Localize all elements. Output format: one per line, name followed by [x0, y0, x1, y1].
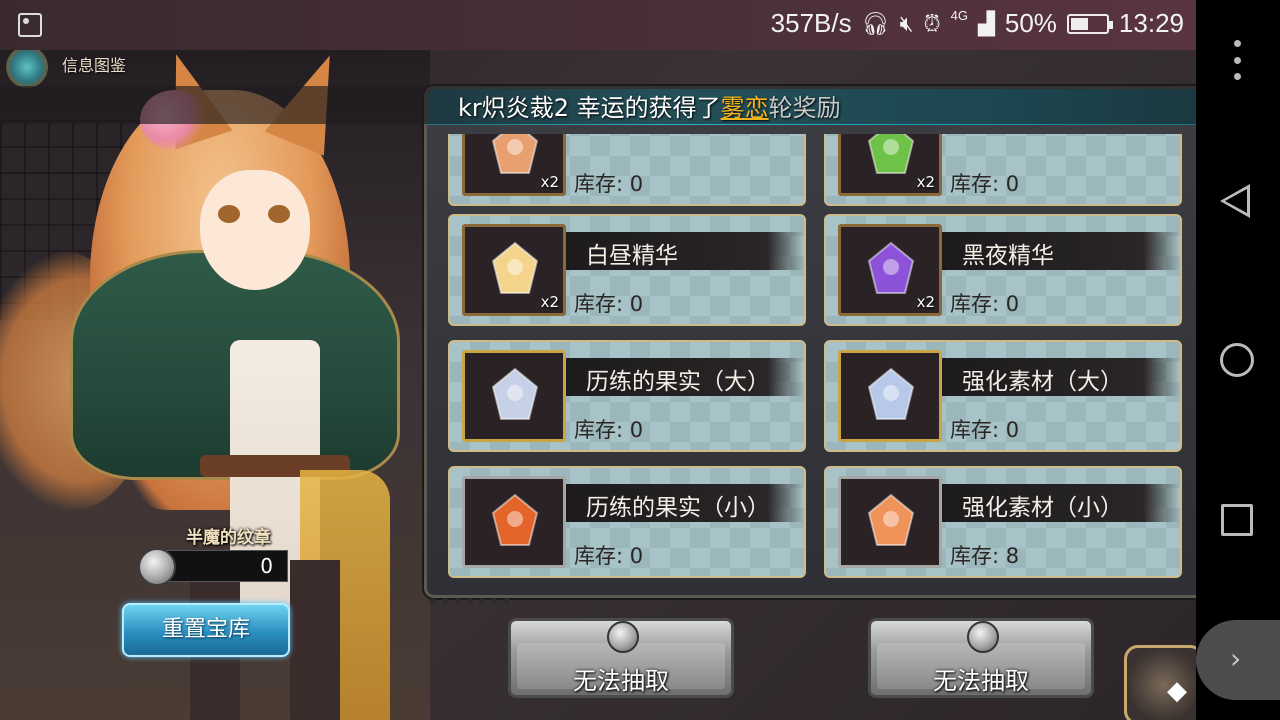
- item-card[interactable]: x2 库存: 0: [448, 134, 806, 206]
- alarm-icon: ⏰︎: [923, 10, 941, 36]
- item-stock: 库存: 8: [950, 544, 1020, 568]
- silver-fruit-icon: [491, 367, 539, 420]
- item-name: 历练的果实（小）: [586, 495, 770, 521]
- chain-decoration: [430, 598, 510, 616]
- home-icon[interactable]: [1220, 343, 1254, 377]
- night-essence-icon: [867, 241, 915, 294]
- announcement-text: kr炽炎裁2 幸运的获得了雾恋轮奖励: [458, 88, 841, 123]
- item-grid: x2 库存: 0 x2 库存: 0 白昼精华 x2 库存: 0 黑夜精华 x2 库存: 0 历练的果…: [448, 134, 1184, 584]
- arrow-left-icon: ◆: [1167, 676, 1187, 706]
- orange-crystal-icon: [491, 134, 539, 174]
- android-nav-bar: [1196, 0, 1280, 720]
- draw-button-label: 无法抽取: [573, 667, 669, 695]
- back-corner-button[interactable]: ◆: [1124, 645, 1204, 720]
- announcement-prefix: kr炽炎裁2 幸运的获得了: [458, 94, 721, 122]
- item-icon-frame: x2: [838, 224, 942, 316]
- item-card[interactable]: 历练的果实（小） 库存: 0: [448, 466, 806, 578]
- item-icon-frame: x2: [462, 134, 566, 196]
- emblem-coin-icon: [967, 621, 999, 653]
- info-codex-label: 信息图鉴: [62, 56, 127, 75]
- emblem-label: 半魔的纹章: [186, 528, 271, 548]
- character-face: [200, 170, 310, 290]
- item-name: 强化素材（小）: [962, 495, 1123, 521]
- chevron-right-icon: ›: [1230, 642, 1242, 675]
- item-card[interactable]: 强化素材（大） 库存: 0: [824, 340, 1182, 452]
- status-bar: 357B/s 🎧︎ 🔇︎ ⏰︎ 4G ▟ 50% 13:29: [0, 0, 1196, 50]
- clock: 13:29: [1118, 8, 1184, 38]
- green-thorn-icon: [867, 134, 915, 174]
- item-card[interactable]: 黑夜精华 x2 库存: 0: [824, 214, 1182, 326]
- emblem-coin-icon: [138, 548, 176, 586]
- signal-icon: ▟: [977, 10, 995, 36]
- item-multiplier: x2: [540, 173, 559, 191]
- item-card[interactable]: 白昼精华 x2 库存: 0: [448, 214, 806, 326]
- game-screen: 信息图鉴 x2 库存: 0 x2 库存: 0 白昼精华 x2 库存: 0 黑夜精华 x2 库存: …: [0, 0, 1280, 720]
- item-icon-frame: x2: [838, 134, 942, 196]
- emblem-counter: 半魔的纹章 0: [138, 520, 290, 590]
- item-stock: 库存: 0: [574, 544, 644, 568]
- item-stock: 库存: 0: [574, 172, 644, 196]
- image-icon: [18, 13, 42, 37]
- emblem-coin-icon: [607, 621, 639, 653]
- item-name: 黑夜精华: [962, 243, 1054, 269]
- item-multiplier: x2: [540, 293, 559, 311]
- item-name: 历练的果实（大）: [586, 369, 770, 395]
- draw-button-label: 无法抽取: [933, 667, 1029, 695]
- item-stock: 库存: 0: [950, 292, 1020, 316]
- item-name: 强化素材（大）: [962, 369, 1123, 395]
- back-icon[interactable]: [1220, 184, 1250, 218]
- item-icon-frame: [462, 476, 566, 568]
- network-speed: 357B/s: [770, 8, 852, 38]
- floating-expand-button[interactable]: ›: [1196, 620, 1280, 700]
- item-icon-frame: [462, 350, 566, 442]
- draw-button-1[interactable]: 无法抽取: [508, 618, 734, 698]
- item-name: 白昼精华: [586, 243, 678, 269]
- battery-percent: 50%: [1004, 8, 1057, 38]
- mute-icon: 🔇︎: [899, 10, 914, 36]
- draw-button-2[interactable]: 无法抽取: [868, 618, 1094, 698]
- item-card[interactable]: 历练的果实（大） 库存: 0: [448, 340, 806, 452]
- orange-crystal-cluster-icon: [867, 493, 915, 546]
- headphones-icon: 🎧︎: [861, 10, 890, 36]
- item-icon-frame: x2: [462, 224, 566, 316]
- reset-vault-button[interactable]: 重置宝库: [122, 603, 290, 657]
- blue-crystal-icon: [867, 367, 915, 420]
- item-card[interactable]: 强化素材（小） 库存: 8: [824, 466, 1182, 578]
- character-right-eye: [268, 205, 290, 223]
- day-essence-icon: [491, 241, 539, 294]
- item-multiplier: x2: [916, 173, 935, 191]
- announcement-suffix: 轮奖励: [768, 94, 841, 122]
- character-left-eye: [218, 205, 240, 223]
- item-stock: 库存: 0: [574, 292, 644, 316]
- battery-fill: [1070, 17, 1088, 30]
- orange-fruit-icon: [491, 493, 539, 546]
- item-stock: 库存: 0: [950, 418, 1020, 442]
- battery-icon: [1066, 13, 1113, 34]
- item-icon-frame: [838, 476, 942, 568]
- item-stock: 库存: 0: [950, 172, 1020, 196]
- info-codex-tab[interactable]: 信息图鉴: [0, 46, 160, 88]
- item-multiplier: x2: [916, 293, 935, 311]
- item-card[interactable]: x2 库存: 0: [824, 134, 1182, 206]
- item-icon-frame: [838, 350, 942, 442]
- codex-orb-icon: [6, 46, 48, 88]
- status-right: 357B/s 🎧︎ 🔇︎ ⏰︎ 4G ▟ 50% 13:29: [771, 8, 1184, 39]
- announcement-highlight[interactable]: 雾恋: [721, 94, 769, 122]
- network-type: 4G: [950, 8, 968, 23]
- recent-apps-icon[interactable]: [1221, 504, 1253, 536]
- overflow-menu-icon[interactable]: [1234, 40, 1242, 80]
- item-stock: 库存: 0: [574, 418, 644, 442]
